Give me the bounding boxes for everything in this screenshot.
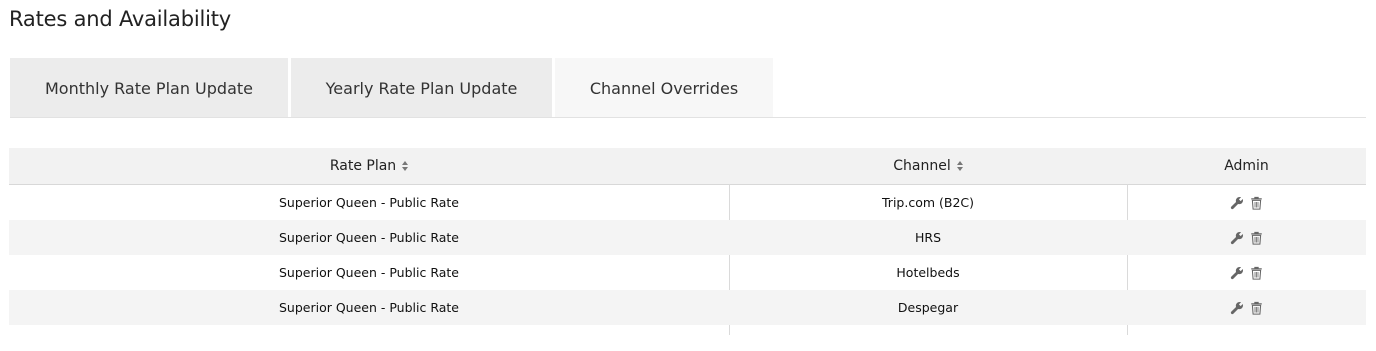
rate-plan-cell: Superior Queen - Public Rate (278, 195, 459, 210)
tab-monthly-rate-plan-update[interactable]: Monthly Rate Plan Update (10, 58, 288, 118)
admin-cell (1127, 185, 1366, 220)
tab-channel-overrides[interactable]: Channel Overrides (555, 58, 773, 118)
channel-cell: Trip.com (B2C) (882, 195, 974, 210)
wrench-icon[interactable] (1230, 231, 1244, 245)
sort-icon[interactable] (956, 159, 963, 173)
page-title: Rates and Availability (9, 7, 232, 31)
table-row: Superior Queen - Public Rate HRS (9, 220, 1366, 255)
wrench-icon[interactable] (1230, 196, 1244, 210)
table-row: Superior Queen - Public Rate Hotelbeds (9, 255, 1366, 290)
sort-icon[interactable] (402, 159, 409, 173)
channel-overrides-table: Rate Plan Channel Admin Superior Queen -… (9, 148, 1366, 335)
channel-cell: HRS (914, 230, 942, 245)
column-header-rate-plan[interactable]: Rate Plan (9, 148, 729, 184)
table-row: Superior Queen - Public Rate Trip.com (B… (9, 185, 1366, 220)
wrench-icon[interactable] (1230, 266, 1244, 280)
table-header: Rate Plan Channel Admin (9, 148, 1366, 185)
trash-icon[interactable] (1250, 196, 1263, 210)
table-body: Superior Queen - Public Rate Trip.com (B… (9, 185, 1366, 325)
channel-cell: Despegar (897, 300, 959, 315)
rate-plan-cell: Superior Queen - Public Rate (278, 265, 459, 280)
admin-cell (1127, 290, 1366, 325)
table-row: Superior Queen - Public Rate Despegar (9, 290, 1366, 325)
wrench-icon[interactable] (1230, 301, 1244, 315)
trash-icon[interactable] (1250, 266, 1263, 280)
column-label-admin: Admin (1224, 158, 1269, 174)
tabs-divider (10, 117, 1366, 118)
admin-cell (1127, 220, 1366, 255)
column-label-channel: Channel (893, 158, 951, 174)
channel-cell: Hotelbeds (896, 265, 960, 280)
column-header-admin: Admin (1127, 148, 1366, 184)
rate-plan-cell: Superior Queen - Public Rate (278, 230, 459, 245)
trash-icon[interactable] (1250, 301, 1263, 315)
rate-plan-cell: Superior Queen - Public Rate (278, 300, 459, 315)
trash-icon[interactable] (1250, 231, 1263, 245)
column-label-rate-plan: Rate Plan (329, 158, 397, 174)
admin-cell (1127, 255, 1366, 290)
tab-yearly-rate-plan-update[interactable]: Yearly Rate Plan Update (291, 58, 552, 118)
column-header-channel[interactable]: Channel (729, 148, 1127, 184)
